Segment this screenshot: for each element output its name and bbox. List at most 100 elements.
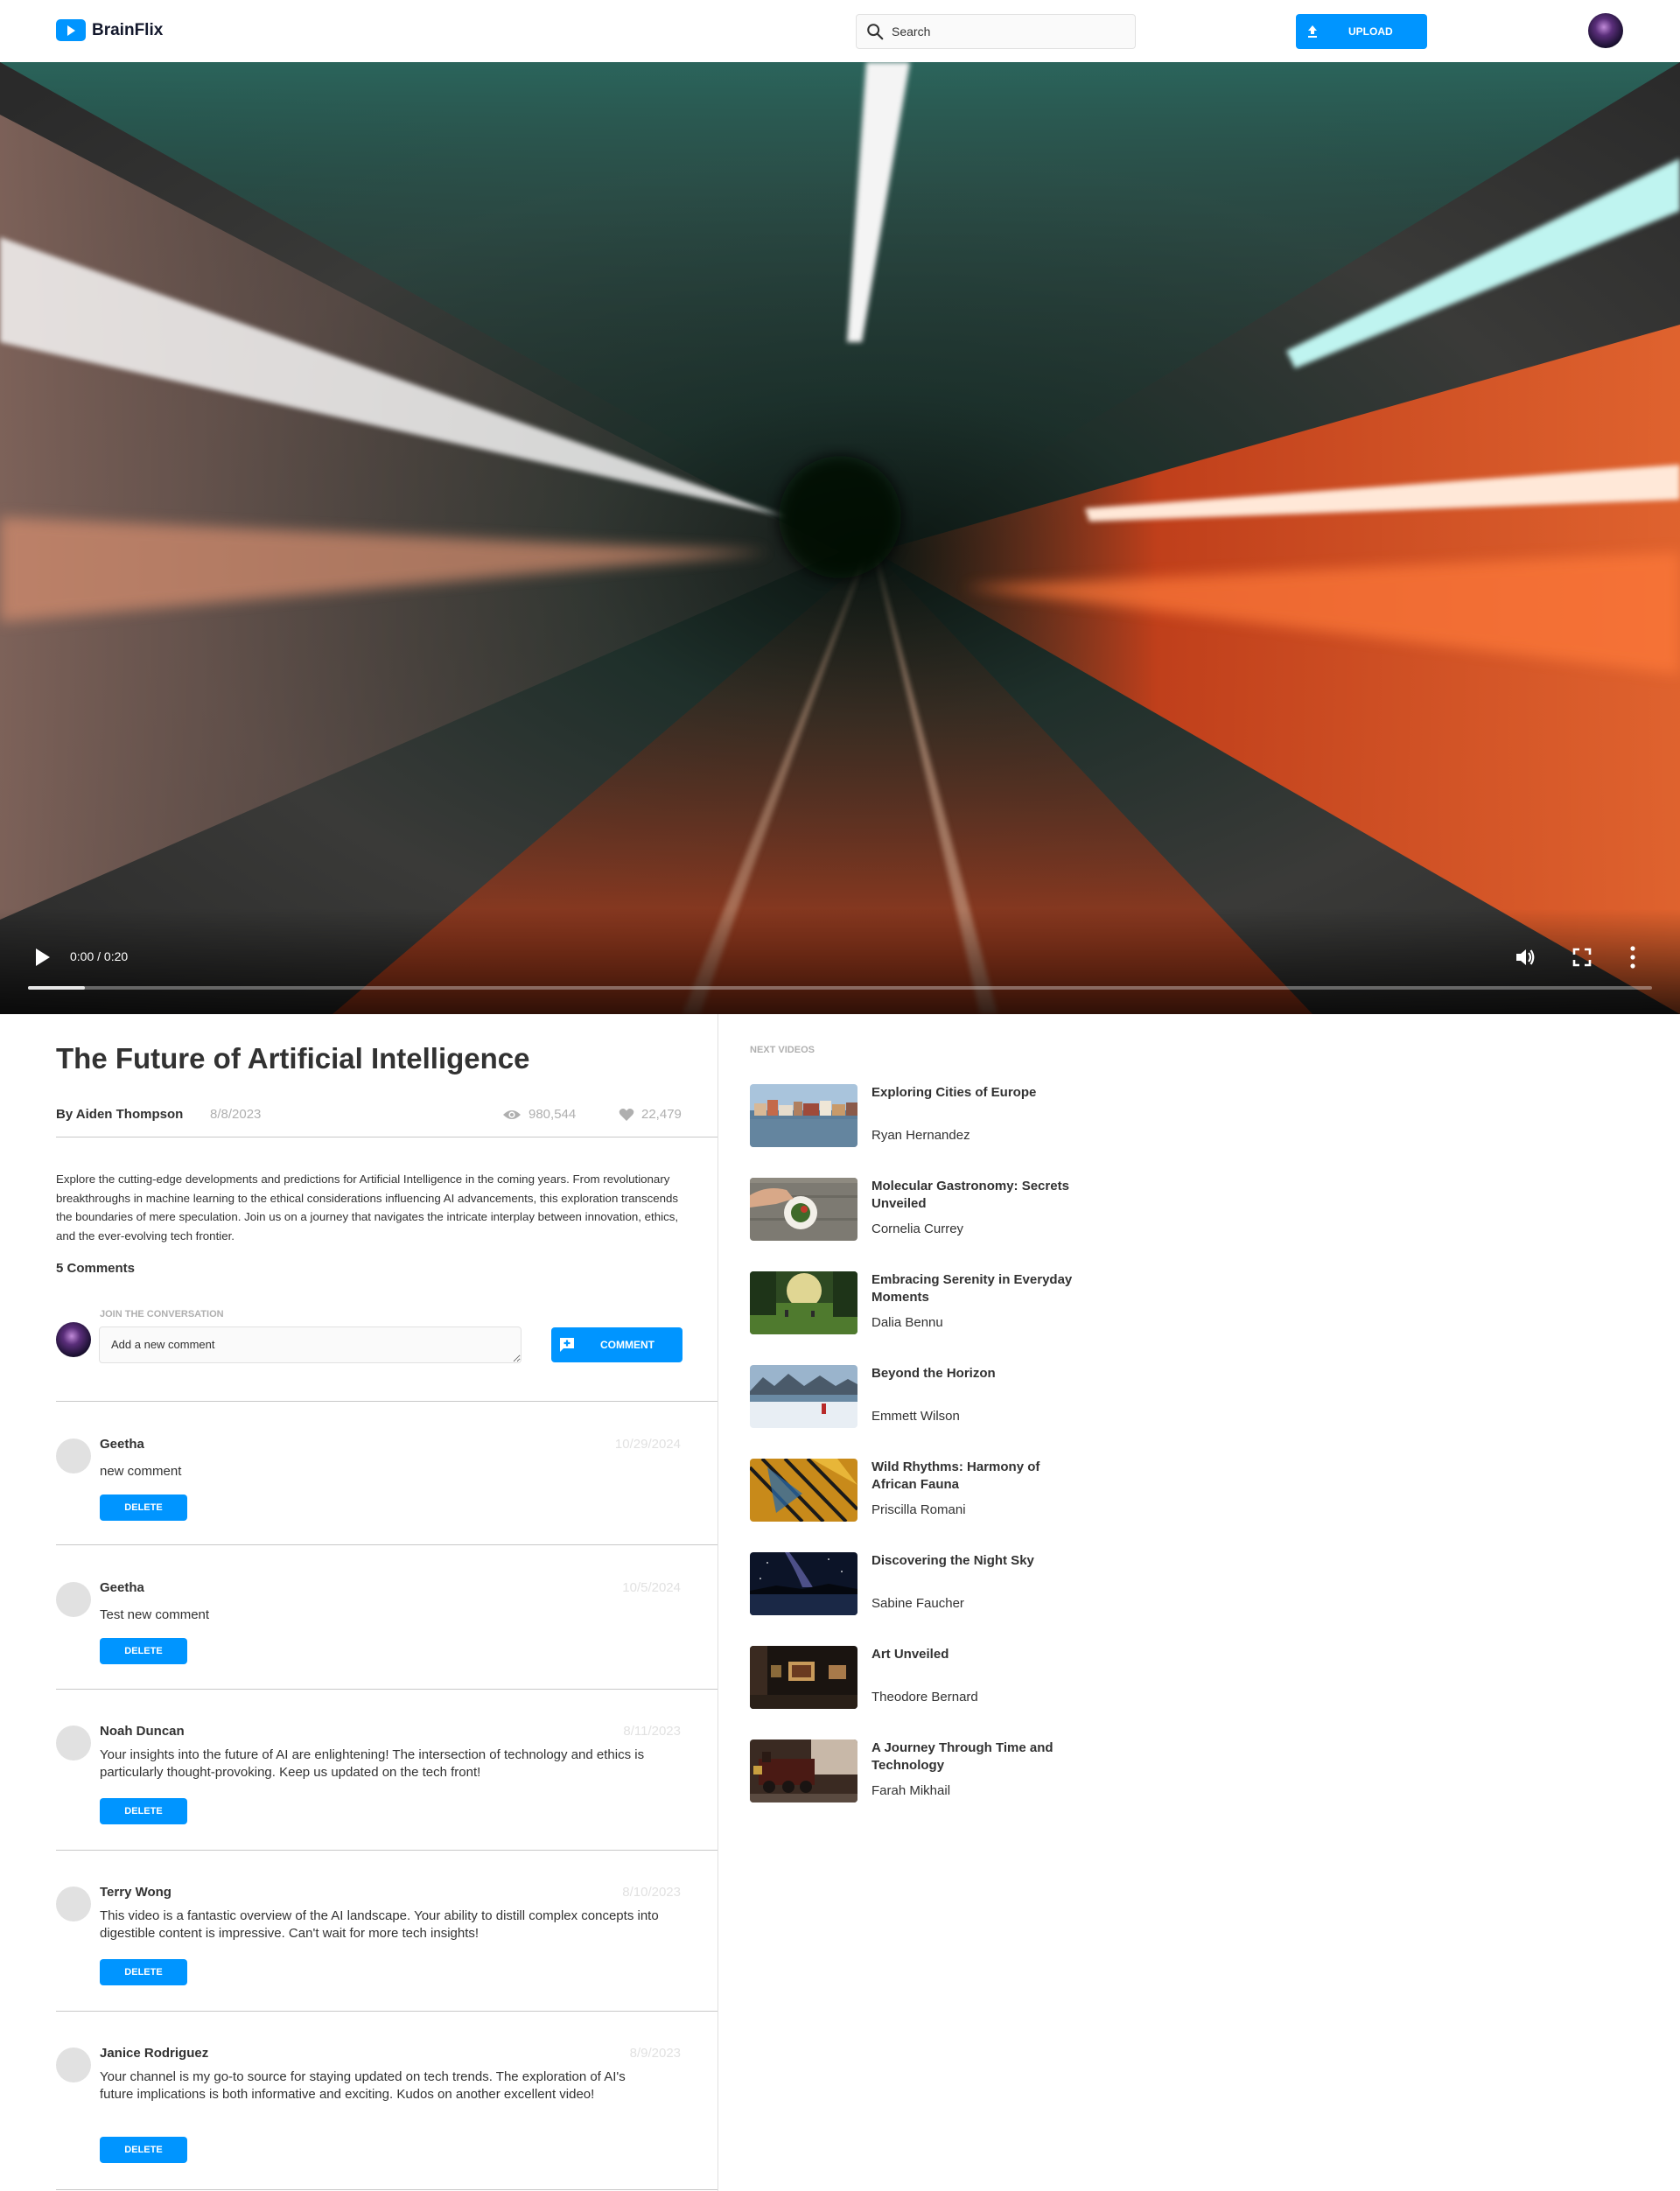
comment-author: Terry Wong	[100, 1885, 172, 1900]
divider	[56, 1137, 718, 1138]
comment-item: Noah Duncan 8/11/2023 Your insights into…	[56, 1689, 718, 1851]
volume-icon[interactable]	[1514, 946, 1536, 969]
next-video-author: Farah Mikhail	[872, 1783, 951, 1798]
next-video-item[interactable]: Wild Rhythms: Harmony of African Fauna P…	[750, 1459, 1082, 1522]
views-count: 980,544	[502, 1107, 576, 1122]
delete-comment-button[interactable]: DELETE	[100, 1494, 187, 1521]
comment-text: This video is a fantastic overview of th…	[100, 1908, 659, 1941]
video-poster	[0, 62, 1680, 1014]
delete-comment-button[interactable]: DELETE	[100, 1959, 187, 1985]
comment-author: Geetha	[100, 1580, 144, 1595]
video-thumbnail	[750, 1740, 858, 1802]
comment-avatar	[56, 1726, 91, 1760]
upload-icon	[1308, 25, 1317, 38]
comment-date: 10/29/2024	[614, 1437, 681, 1452]
video-thumbnail	[750, 1459, 858, 1522]
next-video-item[interactable]: Beyond the Horizon Emmett Wilson	[750, 1365, 1082, 1428]
video-author: By Aiden Thompson	[56, 1107, 184, 1122]
next-video-author: Sabine Faucher	[872, 1596, 964, 1611]
delete-comment-button[interactable]: DELETE	[100, 1638, 187, 1664]
comment-date: 8/11/2023	[623, 1724, 681, 1739]
next-video-author: Dalia Bennu	[872, 1315, 943, 1330]
progress-fill	[28, 986, 85, 990]
comment-submit-label: COMMENT	[600, 1339, 654, 1351]
likes-value: 22,479	[641, 1107, 682, 1122]
next-video-title: A Journey Through Time and Technology	[872, 1740, 1054, 1773]
next-video-title: Embracing Serenity in Everyday Moments	[872, 1272, 1073, 1305]
video-thumbnail	[750, 1178, 858, 1241]
next-video-title: Discovering the Night Sky	[872, 1553, 1034, 1568]
more-options-icon[interactable]	[1628, 945, 1638, 970]
search-box[interactable]	[856, 14, 1136, 49]
video-date: 8/8/2023	[210, 1107, 262, 1122]
current-user-avatar	[56, 1322, 91, 1357]
delete-comment-button[interactable]: DELETE	[100, 1798, 187, 1824]
comment-author: Noah Duncan	[100, 1724, 185, 1739]
fullscreen-icon[interactable]	[1572, 948, 1592, 967]
next-video-item[interactable]: Discovering the Night Sky Sabine Faucher	[750, 1552, 1082, 1615]
comment-item: Geetha 10/5/2024 Test new comment DELETE	[56, 1545, 718, 1690]
views-value: 980,544	[528, 1107, 577, 1122]
top-header: BrainFlix UPLOAD	[0, 0, 1680, 62]
comment-item: Janice Rodriguez 8/9/2023 Your channel i…	[56, 2011, 718, 2190]
comment-item: Terry Wong 8/10/2023 This video is a fan…	[56, 1850, 718, 2012]
comment-date: 8/9/2023	[629, 2046, 681, 2061]
comment-date: 8/10/2023	[622, 1885, 681, 1900]
next-video-title: Wild Rhythms: Harmony of African Fauna	[872, 1460, 1040, 1492]
progress-bar[interactable]	[28, 986, 1652, 990]
comment-text: Your channel is my go-to source for stay…	[100, 2069, 626, 2102]
video-thumbnail	[750, 1271, 858, 1334]
delete-comment-button[interactable]: DELETE	[100, 2137, 187, 2163]
search-icon	[867, 24, 884, 40]
comment-text: Test new comment	[100, 1607, 210, 1622]
comment-count: 5 Comments	[56, 1261, 136, 1276]
next-video-item[interactable]: A Journey Through Time and Technology Fa…	[750, 1740, 1082, 1802]
next-video-title: Molecular Gastronomy: Secrets Unveiled	[872, 1179, 1069, 1211]
video-thumbnail	[750, 1365, 858, 1428]
next-video-item[interactable]: Embracing Serenity in Everyday Moments D…	[750, 1271, 1082, 1334]
next-video-title: Exploring Cities of Europe	[872, 1085, 1037, 1100]
next-video-item[interactable]: Art Unveiled Theodore Bernard	[750, 1646, 1082, 1709]
comment-avatar	[56, 1886, 91, 1922]
likes-count: 22,479	[619, 1107, 682, 1122]
next-video-item[interactable]: Exploring Cities of Europe Ryan Hernande…	[750, 1084, 1082, 1147]
play-icon[interactable]	[33, 946, 52, 969]
comment-date: 10/5/2024	[622, 1580, 681, 1595]
next-video-author: Cornelia Currey	[872, 1222, 964, 1236]
join-conversation-label: JOIN THE CONVERSATION	[100, 1309, 224, 1320]
upload-label: UPLOAD	[1348, 25, 1393, 38]
video-thumbnail	[750, 1552, 858, 1615]
brand-name: BrainFlix	[92, 20, 164, 39]
video-player[interactable]: 0:00 / 0:20	[0, 62, 1680, 1014]
heart-icon	[619, 1108, 634, 1121]
divider	[56, 2189, 718, 2190]
play-logo-icon	[56, 19, 86, 41]
comment-avatar	[56, 2048, 91, 2082]
comment-input[interactable]	[99, 1326, 522, 1363]
next-videos-heading: NEXT VIDEOS	[750, 1045, 815, 1055]
comment-text: new comment	[100, 1464, 182, 1479]
next-video-title: Beyond the Horizon	[872, 1366, 996, 1381]
add-comment-icon	[560, 1338, 574, 1352]
comment-avatar	[56, 1582, 91, 1617]
video-meta: By Aiden Thompson 8/8/2023 980,544 22,47…	[56, 1104, 686, 1139]
search-input[interactable]	[892, 24, 1110, 38]
next-video-item[interactable]: Molecular Gastronomy: Secrets Unveiled C…	[750, 1178, 1082, 1241]
video-thumbnail	[750, 1084, 858, 1147]
brand-logo[interactable]: BrainFlix	[56, 19, 163, 41]
next-video-author: Priscilla Romani	[872, 1502, 966, 1517]
comment-item: Geetha 10/29/2024 new comment DELETE	[56, 1402, 718, 1545]
video-description: Explore the cutting-edge developments an…	[56, 1172, 679, 1243]
user-avatar[interactable]	[1588, 13, 1623, 48]
comment-author: Geetha	[100, 1437, 144, 1452]
upload-button[interactable]: UPLOAD	[1296, 14, 1427, 49]
time-readout: 0:00 / 0:20	[70, 949, 129, 963]
comment-submit-button[interactable]: COMMENT	[551, 1327, 682, 1362]
next-video-title: Art Unveiled	[872, 1647, 949, 1662]
eye-icon	[503, 1110, 521, 1119]
comment-avatar	[56, 1438, 91, 1474]
player-controls: 0:00 / 0:20	[0, 909, 1680, 1014]
video-thumbnail	[750, 1646, 858, 1709]
comment-author: Janice Rodriguez	[100, 2046, 209, 2061]
video-title: The Future of Artificial Intelligence	[56, 1042, 530, 1074]
